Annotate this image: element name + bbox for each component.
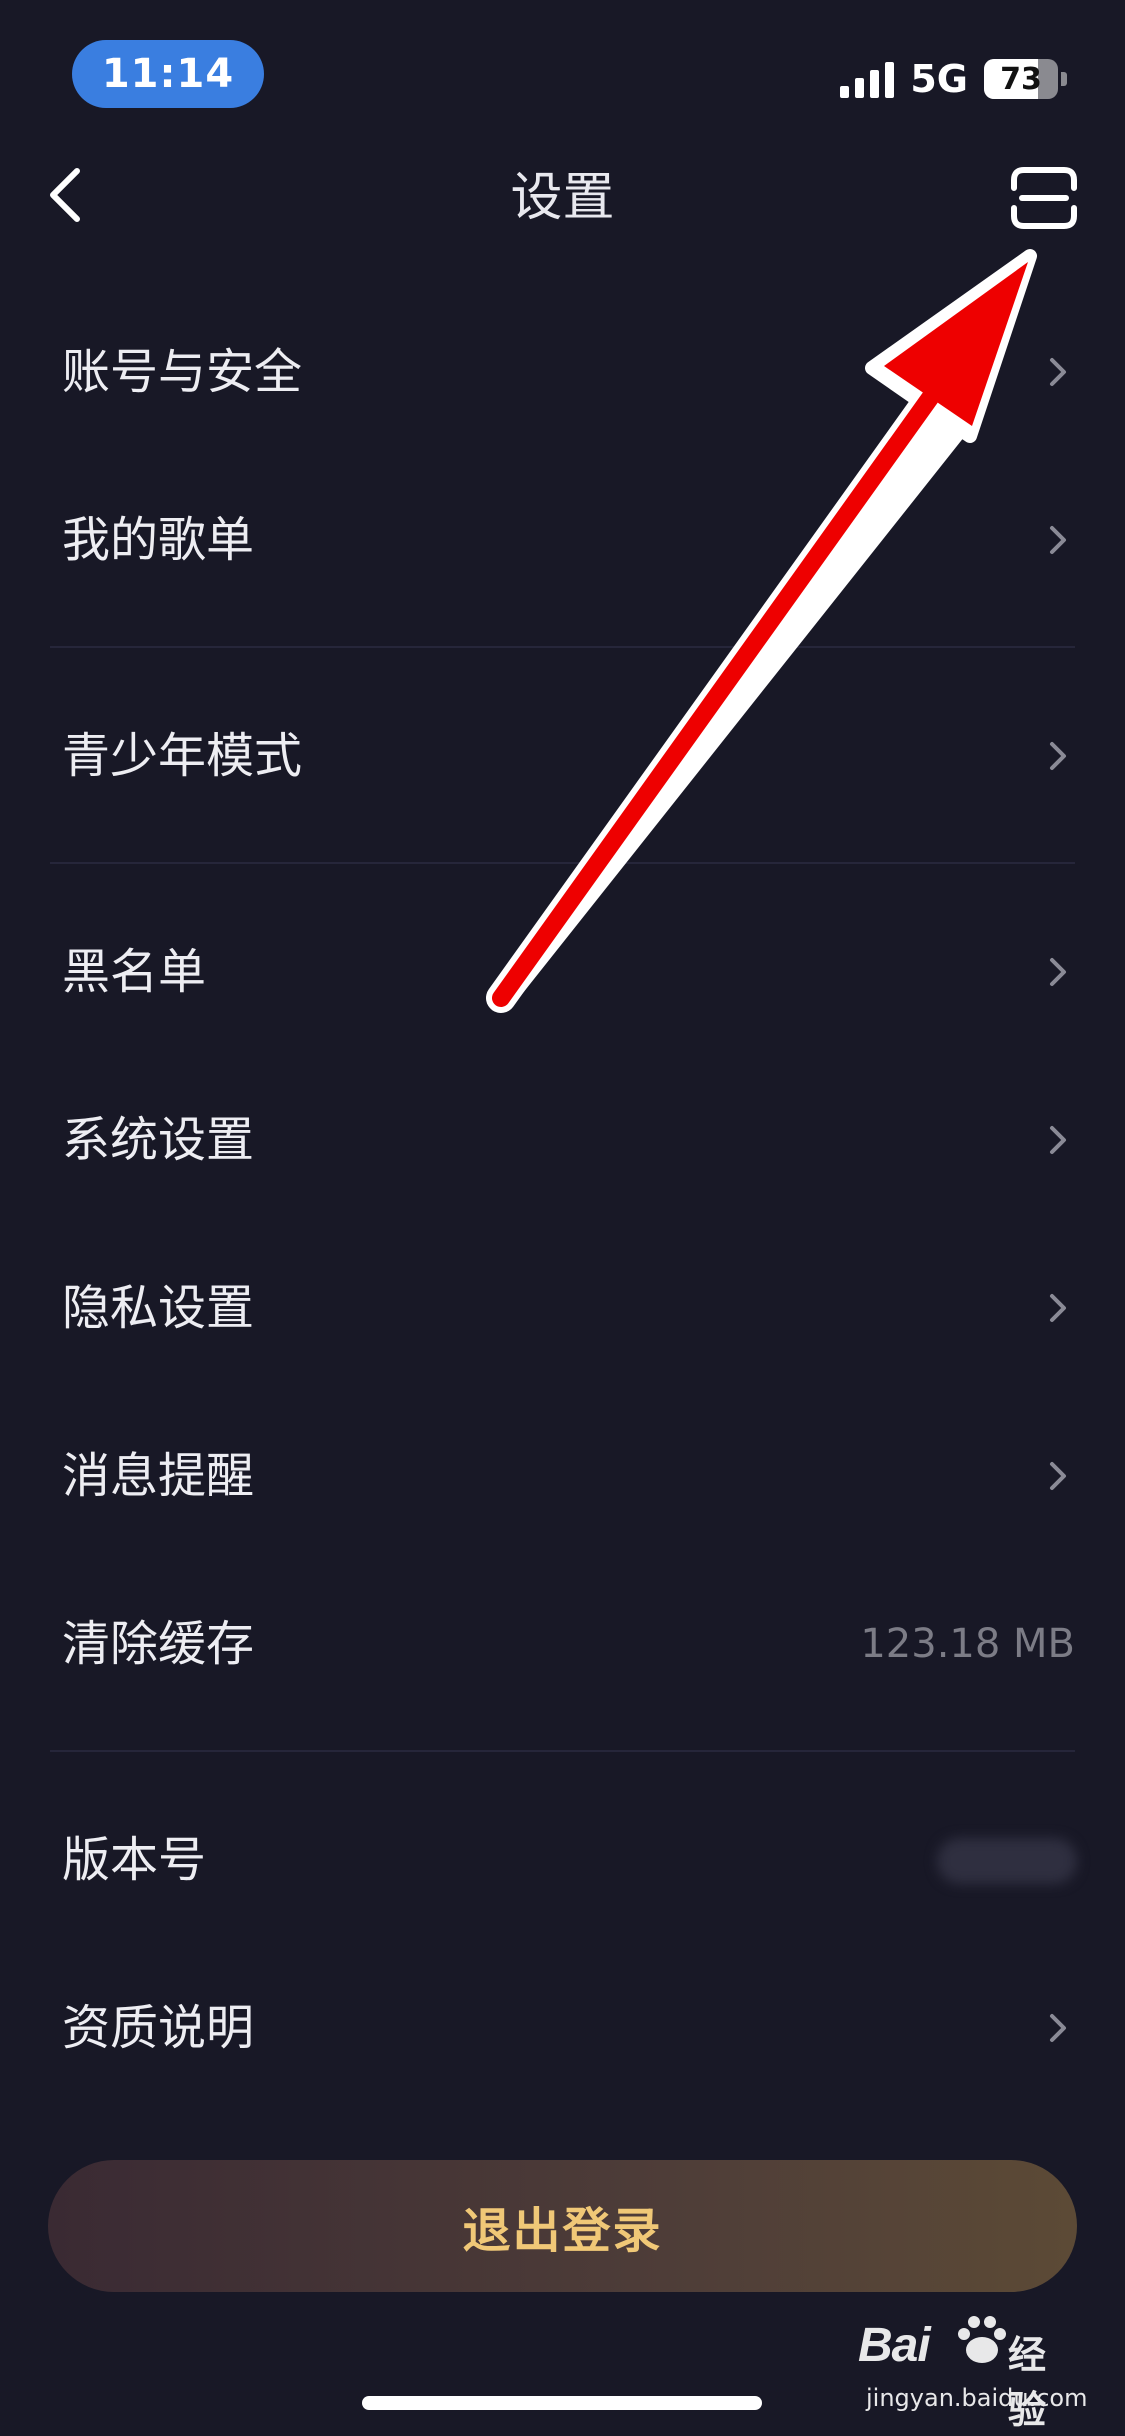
settings-item-label: 账号与安全 [62,344,303,400]
settings-item-label: 黑名单 [62,944,207,1000]
settings-item-teen-mode[interactable]: 青少年模式 [0,696,1125,816]
settings-item-clear-cache[interactable]: 清除缓存 123.18 MB [0,1584,1125,1704]
settings-item-label: 隐私设置 [62,1280,255,1336]
chevron-right-icon [1050,742,1066,770]
scan-icon [1011,167,1077,229]
settings-item-message-reminders[interactable]: 消息提醒 [0,1416,1125,1536]
network-type: 5G [910,57,968,101]
chevron-right-icon [1050,526,1066,554]
chevron-right-icon [1050,1294,1066,1322]
settings-item-label: 系统设置 [62,1112,255,1168]
settings-item-system-settings[interactable]: 系统设置 [0,1080,1125,1200]
baidu-jingyan-watermark: Bai 经验 jingyan.baidu.com [858,2310,1087,2432]
status-time: 11:14 [72,40,264,108]
battery-icon: 73 [984,59,1067,99]
divider [50,862,1075,864]
battery-level: 73 [1000,61,1042,97]
settings-item-version: 版本号 [0,1800,1125,1920]
settings-item-qualification[interactable]: 资质说明 [0,1968,1125,2088]
settings-item-privacy-settings[interactable]: 隐私设置 [0,1248,1125,1368]
settings-item-blacklist[interactable]: 黑名单 [0,912,1125,1032]
scan-button[interactable] [1010,166,1078,230]
settings-item-label: 我的歌单 [62,512,255,568]
home-indicator [362,2396,762,2410]
chevron-right-icon [1050,1462,1066,1490]
settings-item-label: 清除缓存 [62,1616,255,1672]
signal-icon [840,60,895,98]
settings-item-my-playlists[interactable]: 我的歌单 [0,480,1125,600]
settings-item-label: 消息提醒 [62,1448,255,1504]
chevron-right-icon [1050,2014,1066,2042]
version-value-blurred [937,1838,1077,1884]
page-title: 设置 [510,168,615,228]
status-indicators: 5G 73 [840,56,1067,102]
settings-item-label: 青少年模式 [62,728,303,784]
chevron-right-icon [1050,958,1066,986]
watermark-jingyan-text: 经验 [1008,2333,1047,2432]
chevron-right-icon [1050,358,1066,386]
watermark-logo-text: Bai [858,2319,931,2372]
chevron-right-icon [1050,1126,1066,1154]
cache-size-value: 123.18 MB [860,1621,1075,1667]
settings-item-label: 资质说明 [62,2000,255,2056]
settings-item-account-security[interactable]: 账号与安全 [0,312,1125,432]
watermark-url: jingyan.baidu.com [866,2384,1088,2412]
logout-button[interactable]: 退出登录 [48,2160,1077,2292]
chevron-left-icon [50,168,80,222]
divider [50,1750,1075,1752]
divider [50,646,1075,648]
settings-item-label: 版本号 [62,1832,207,1888]
back-button[interactable] [40,160,90,230]
paw-icon [958,2316,1006,2363]
